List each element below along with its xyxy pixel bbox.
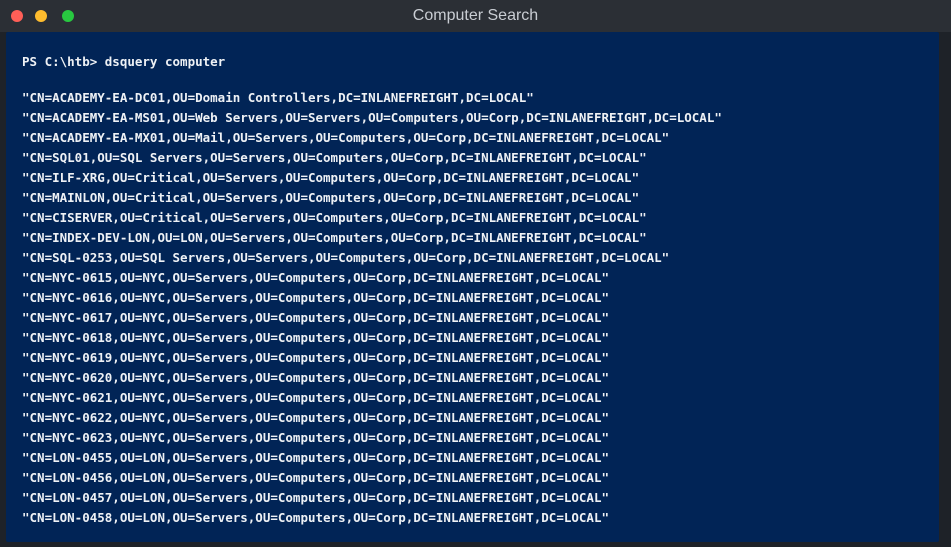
terminal-window: Computer Search PS C:\htb> dsquery compu… [0,0,951,547]
output-line: "CN=ACADEMY-EA-MX01,OU=Mail,OU=Servers,O… [22,130,670,145]
output-line: "CN=SQL01,OU=SQL Servers,OU=Servers,OU=C… [22,150,647,165]
title-bar[interactable]: Computer Search [0,0,951,32]
output-line: "CN=NYC-0620,OU=NYC,OU=Servers,OU=Comput… [22,370,609,385]
output-line: "CN=LON-0458,OU=LON,OU=Servers,OU=Comput… [22,510,609,525]
output-line: "CN=CISERVER,OU=Critical,OU=Servers,OU=C… [22,210,647,225]
output-line: "CN=LON-0455,OU=LON,OU=Servers,OU=Comput… [22,450,609,465]
output-line: "CN=MAINLON,OU=Critical,OU=Servers,OU=Co… [22,190,640,205]
output-line: "CN=NYC-0619,OU=NYC,OU=Servers,OU=Comput… [22,350,609,365]
output-line: "CN=NYC-0616,OU=NYC,OU=Servers,OU=Comput… [22,290,609,305]
terminal-console[interactable]: PS C:\htb> dsquery computer "CN=ACADEMY-… [6,32,939,542]
output-line: "CN=ILF-XRG,OU=Critical,OU=Servers,OU=Co… [22,170,640,185]
output-line: "CN=NYC-0615,OU=NYC,OU=Servers,OU=Comput… [22,270,609,285]
window-title: Computer Search [412,7,539,24]
output-line: "CN=NYC-0617,OU=NYC,OU=Servers,OU=Comput… [22,310,609,325]
output-line: "CN=NYC-0621,OU=NYC,OU=Servers,OU=Comput… [22,390,609,405]
output-line: "CN=LON-0456,OU=LON,OU=Servers,OU=Comput… [22,470,609,485]
output-line: "CN=SQL-0253,OU=SQL Servers,OU=Servers,O… [22,250,670,265]
output-line: "CN=INDEX-DEV-LON,OU=LON,OU=Servers,OU=C… [22,230,647,245]
output-line: "CN=NYC-0623,OU=NYC,OU=Servers,OU=Comput… [22,430,609,445]
command-prompt-line: PS C:\htb> dsquery computer [22,54,226,69]
output-line: "CN=LON-0457,OU=LON,OU=Servers,OU=Comput… [22,490,609,505]
output-line: "CN=ACADEMY-EA-MS01,OU=Web Servers,OU=Se… [22,110,722,125]
command-output: "CN=ACADEMY-EA-DC01,OU=Domain Controller… [22,88,722,528]
output-line: "CN=NYC-0622,OU=NYC,OU=Servers,OU=Comput… [22,410,609,425]
output-line: "CN=ACADEMY-EA-DC01,OU=Domain Controller… [22,90,534,105]
output-line: "CN=NYC-0618,OU=NYC,OU=Servers,OU=Comput… [22,330,609,345]
